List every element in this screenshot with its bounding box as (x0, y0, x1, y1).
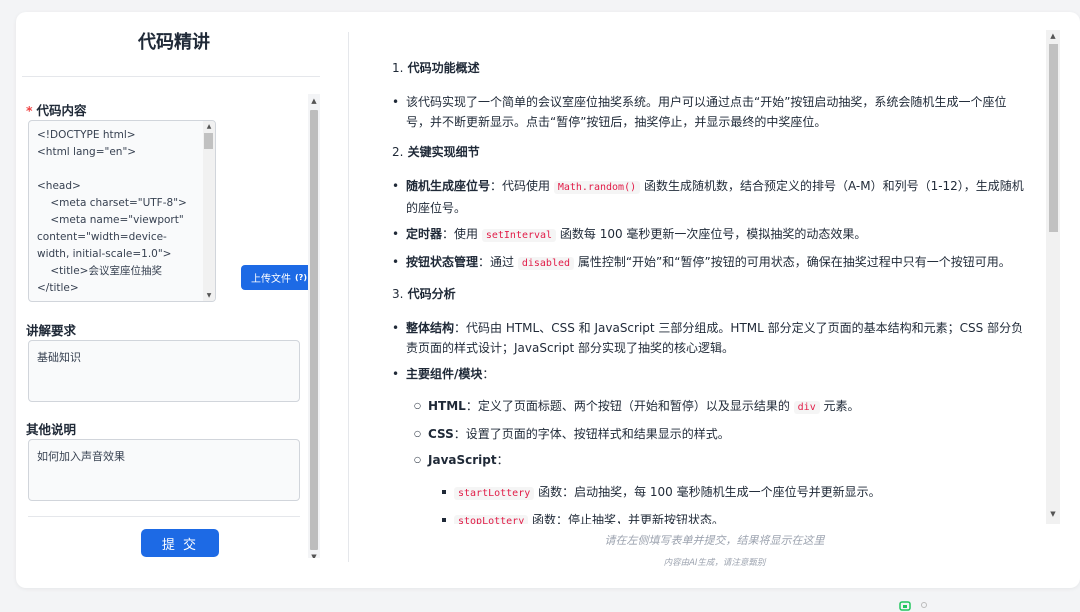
ai-disclaimer: 内容由AI生成，请注意甄别 (663, 558, 766, 568)
list-item: 随机生成座位号：代码使用 Math.random() 函数生成随机数，结合预定义… (392, 176, 1030, 218)
list-item: 整体结构：代码由 HTML、CSS 和 JavaScript 三部分组成。HTM… (392, 318, 1030, 358)
list-item: 按钮状态管理：通过 disabled 属性控制“开始”和“暂停”按钮的可用状态，… (392, 252, 1030, 274)
code-input[interactable]: <!DOCTYPE html> <html lang="en"> <head> … (28, 120, 216, 302)
inline-code: div (793, 401, 820, 414)
submit-button[interactable]: 提 交 (141, 529, 219, 557)
form-divider (28, 516, 300, 517)
requirement-label: 讲解要求 (26, 323, 77, 338)
result-scroll-thumb[interactable] (1049, 44, 1058, 232)
left-scroll-thumb[interactable] (310, 110, 318, 550)
inline-code: stopLottery (454, 515, 529, 524)
requirement-input[interactable]: 基础知识 (28, 340, 300, 402)
list-item: HTML：定义了页面标题、两个按钮（开始和暂停）以及显示结果的 div 元素。 (392, 396, 1030, 418)
code-label: * 代码内容 (26, 103, 87, 118)
list-item: 定时器：使用 setInterval 函数每 100 毫秒更新一次座位号，模拟抽… (392, 224, 1030, 246)
code-scrollbar[interactable]: ▲ ▼ (203, 121, 215, 301)
section-heading: 2. 关键实现细节 (392, 145, 480, 159)
panel-divider (348, 32, 349, 562)
other-notes-input[interactable]: 如何加入声音效果 (28, 439, 300, 501)
code-scroll-thumb[interactable] (204, 133, 213, 149)
inline-code: disabled (517, 257, 575, 270)
inline-code: setInterval (481, 229, 557, 242)
scroll-up-icon[interactable]: ▲ (204, 123, 214, 130)
inline-code: Math.random() (553, 181, 641, 194)
upload-button-label: 上传文件 (251, 274, 292, 285)
list-item: 主要组件/模块： (392, 364, 1030, 384)
inline-code: startLottery (454, 487, 535, 500)
list-item: JavaScript： (392, 450, 1030, 470)
result-hint: 请在左侧填写表单并提交，结果将显示在这里 (604, 534, 825, 547)
code-input-text[interactable]: <!DOCTYPE html> <html lang="en"> <head> … (29, 121, 215, 301)
list-item: 该代码实现了一个简单的会议室座位抽奖系统。用户可以通过点击“开始”按钮启动抽奖，… (392, 92, 1030, 132)
page-title: 代码精讲 (138, 32, 210, 53)
scroll-down-icon[interactable]: ▼ (309, 552, 319, 558)
scroll-down-icon[interactable]: ▼ (1048, 510, 1058, 518)
section-heading: 1. 代码功能概述 (392, 61, 480, 75)
widget-icon[interactable] (898, 599, 934, 612)
scroll-down-icon[interactable]: ▼ (204, 292, 214, 299)
other-notes-label: 其他说明 (26, 422, 77, 437)
upload-file-button[interactable]: 上传文件 (?) (241, 265, 317, 290)
scroll-up-icon[interactable]: ▲ (1048, 32, 1058, 40)
scroll-up-icon[interactable]: ▲ (309, 96, 319, 106)
list-item: startLottery 函数：启动抽奖，每 100 毫秒随机生成一个座位号并更… (392, 482, 1030, 504)
result-panel: 1. 代码功能概述 该代码实现了一个简单的会议室座位抽奖系统。用户可以通过点击“… (378, 30, 1046, 524)
help-icon: (?) (295, 273, 307, 282)
required-mark: * (26, 103, 33, 118)
section-heading: 3. 代码分析 (392, 287, 456, 301)
title-divider (22, 76, 320, 77)
list-item: stopLottery 函数：停止抽奖，并更新按钮状态。 (392, 510, 1030, 524)
left-panel: 代码精讲 * 代码内容 <!DOCTYPE html> <html lang="e… (22, 18, 326, 558)
list-item: CSS：设置了页面的字体、按钮样式和结果显示的样式。 (392, 424, 1030, 444)
